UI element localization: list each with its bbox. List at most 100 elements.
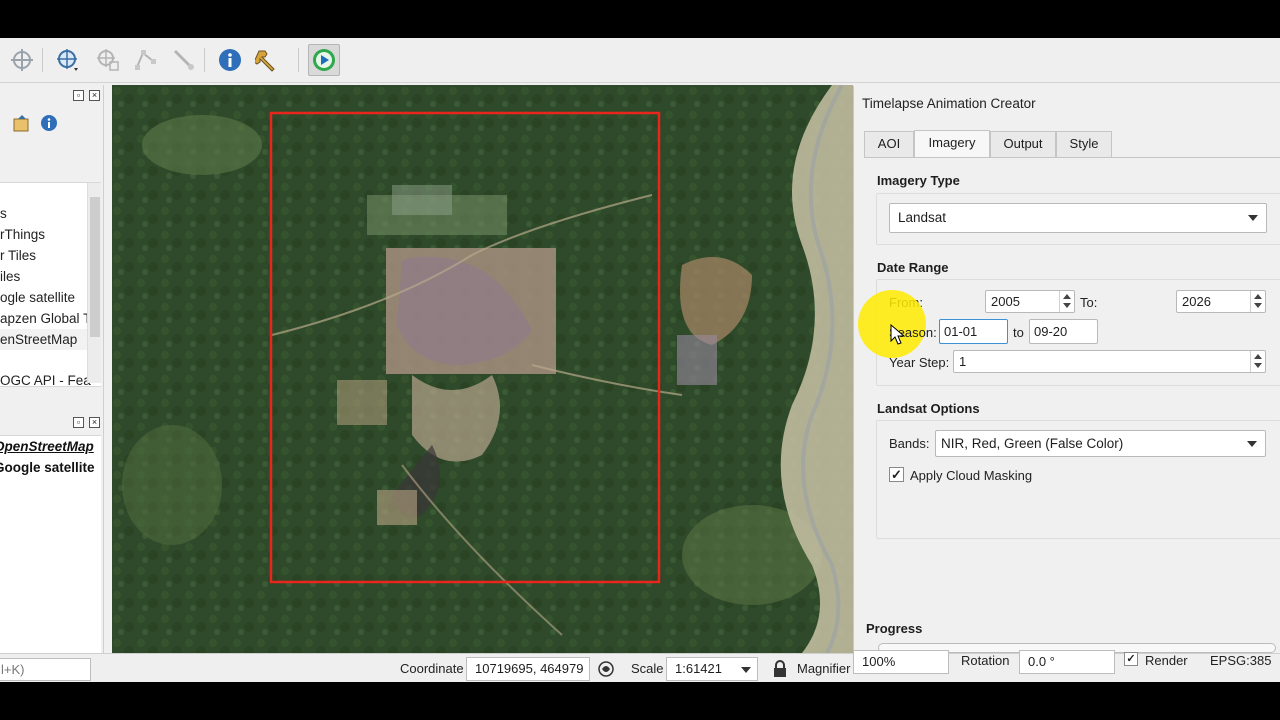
toggle-extents-icon[interactable]	[597, 660, 615, 678]
from-year-spinbox[interactable]: 2005	[985, 290, 1075, 313]
vertex-tool-icon	[135, 50, 156, 70]
layer-item-google-satellite[interactable]: Google satellite	[0, 457, 95, 478]
cloud-masking-label: Apply Cloud Masking	[910, 468, 1033, 483]
year-step-spinbox[interactable]: 1	[953, 350, 1266, 373]
spin-up-icon[interactable]	[1254, 294, 1262, 299]
spin-down-icon[interactable]	[1063, 303, 1071, 308]
vertex-tool-button[interactable]	[130, 44, 162, 76]
to-label: To:	[1080, 295, 1098, 310]
left-dock-panels: ▫ × s rThings r Tiles iles ogle satellit…	[0, 85, 104, 653]
toolbar-separator	[42, 48, 43, 72]
bands-value: NIR, Red, Green (False Color)	[941, 436, 1124, 451]
year-step-value: 1	[959, 354, 967, 369]
tab-imagery[interactable]: Imagery	[914, 130, 990, 157]
spin-up-icon[interactable]	[1063, 294, 1071, 299]
imagery-type-value: Landsat	[898, 210, 947, 225]
cloud-masking-checkbox[interactable]: ✓	[889, 467, 904, 482]
render-label: Render	[1145, 653, 1188, 668]
browser-item[interactable]: s	[0, 203, 7, 224]
browser-info-icon[interactable]	[40, 114, 58, 132]
close-panel-icon[interactable]: ×	[89, 417, 100, 428]
toolbar-separator	[204, 48, 205, 72]
bands-select[interactable]: NIR, Red, Green (False Color)	[935, 430, 1266, 457]
panel-title: Timelapse Animation Creator	[862, 96, 1036, 111]
scrollbar-thumb[interactable]	[90, 197, 100, 337]
collapse-all-icon[interactable]	[12, 113, 32, 133]
timelapse-plugin-icon	[313, 49, 335, 71]
spinbox-buttons[interactable]	[1250, 291, 1265, 312]
timelapse-plugin-button[interactable]	[308, 44, 340, 76]
chevron-down-icon	[741, 667, 751, 673]
close-panel-icon[interactable]: ×	[89, 90, 100, 101]
season-to-label: to	[1013, 325, 1024, 340]
season-start-input[interactable]: 01-01	[939, 319, 1008, 344]
rotation-field[interactable]: 0.0 °	[1019, 650, 1115, 674]
timelapse-panel: Timelapse Animation Creator AOI Imagery …	[853, 86, 1280, 653]
rotation-label: Rotation	[961, 653, 1010, 668]
spinbox-buttons[interactable]	[1059, 291, 1074, 312]
progress-title: Progress	[866, 621, 923, 636]
bands-label: Bands:	[889, 436, 930, 451]
magnifier-field[interactable]: 100%	[853, 650, 949, 674]
chevron-down-icon	[1248, 215, 1258, 221]
spin-down-icon[interactable]	[1254, 303, 1262, 308]
toolbar-separator	[298, 48, 299, 72]
pan-map-icon	[11, 49, 33, 71]
browser-item[interactable]: OGC API - Fea	[0, 370, 91, 386]
measure-tool-icon	[173, 49, 194, 70]
render-checkbox[interactable]: ✓	[1124, 652, 1138, 666]
select-features-button[interactable]	[92, 44, 124, 76]
float-panel-icon[interactable]: ▫	[73, 90, 84, 101]
imagery-type-select[interactable]: Landsat	[889, 203, 1267, 233]
browser-item[interactable]: enStreetMap	[0, 329, 87, 350]
layer-item-openstreetmap[interactable]: OpenStreetMap	[0, 436, 94, 457]
browser-item[interactable]: iles	[0, 266, 20, 287]
qgis-window: ▫ × s rThings r Tiles iles ogle satellit…	[0, 38, 1280, 682]
status-bar: l+K) Coordinate 10719695, 464979 Scale 1…	[0, 650, 1280, 682]
satellite-imagery	[112, 85, 853, 653]
browser-item[interactable]: r Tiles	[0, 245, 36, 266]
scale-label: Scale	[631, 661, 664, 676]
season-end-input[interactable]: 09-20	[1029, 319, 1098, 344]
lock-scale-icon[interactable]	[772, 660, 788, 678]
scale-value: 1:61421	[675, 661, 722, 676]
map-toolbar	[0, 38, 1280, 83]
year-step-label: Year Step:	[889, 355, 950, 370]
crs-button[interactable]: EPSG:385	[1210, 653, 1271, 668]
identify-features-icon	[57, 49, 78, 71]
spin-up-icon[interactable]	[1254, 354, 1262, 359]
map-canvas[interactable]	[112, 85, 853, 653]
browser-tree: s rThings r Tiles iles ogle satellite ap…	[0, 182, 101, 387]
browser-item[interactable]: rThings	[0, 224, 45, 245]
landsat-options-title: Landsat Options	[877, 401, 980, 416]
wrench-icon	[255, 50, 275, 72]
mouse-cursor-icon	[890, 324, 906, 345]
chevron-down-icon	[1247, 441, 1257, 447]
date-range-title: Date Range	[877, 260, 949, 275]
info-icon	[219, 49, 241, 71]
measure-tool-button[interactable]	[168, 44, 200, 76]
to-year-spinbox[interactable]: 2026	[1176, 290, 1266, 313]
spin-down-icon[interactable]	[1254, 363, 1262, 368]
browser-item[interactable]: ogle satellite	[0, 287, 75, 308]
imagery-type-title: Imagery Type	[877, 173, 960, 188]
scale-combo[interactable]: 1:61421	[666, 657, 758, 681]
magnifier-label: Magnifier	[797, 661, 851, 676]
tab-output[interactable]: Output	[990, 131, 1056, 157]
browser-scrollbar[interactable]	[87, 183, 101, 383]
tab-aoi[interactable]: AOI	[864, 131, 914, 157]
wrench-button[interactable]	[252, 44, 284, 76]
select-features-icon	[97, 49, 119, 71]
to-year-value: 2026	[1182, 294, 1211, 309]
spinbox-buttons[interactable]	[1250, 351, 1265, 372]
pan-map-button[interactable]	[6, 44, 38, 76]
browser-item[interactable]: apzen Global T	[0, 308, 91, 329]
coordinate-field[interactable]: 10719695, 464979	[466, 657, 590, 681]
locator-search-input[interactable]: l+K)	[0, 658, 91, 681]
layers-tree: OpenStreetMap Google satellite	[0, 435, 101, 653]
identify-features-button[interactable]	[52, 44, 84, 76]
coordinate-label: Coordinate	[400, 661, 464, 676]
float-panel-icon[interactable]: ▫	[73, 417, 84, 428]
info-button[interactable]	[214, 44, 246, 76]
tab-style[interactable]: Style	[1056, 131, 1112, 157]
